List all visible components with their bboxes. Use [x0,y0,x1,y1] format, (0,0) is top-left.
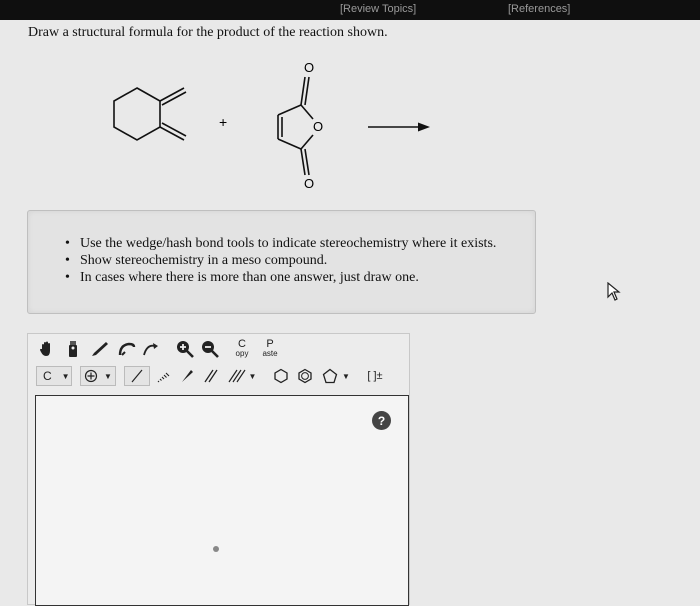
charge-select[interactable]: ▼ [80,366,116,386]
oxygen-label-bottom: O [304,176,314,191]
anhydride-structure [277,76,314,176]
single-bond-icon [131,369,143,383]
chevron-down-icon: ▼ [61,371,70,381]
chevron-down-icon: ▼ [248,371,257,381]
ring-select[interactable]: ▼ [318,366,354,386]
zoom-out-icon[interactable] [199,338,221,360]
copy-label: opy [235,349,249,358]
cyclopropane-button[interactable] [270,366,292,386]
instruction-item: Use the wedge/hash bond tools to indicat… [65,235,496,252]
reaction-scheme: + O O O [113,60,430,191]
element-select-value: C [43,369,52,383]
review-topics-link[interactable]: [Review Topics] [340,3,416,15]
diene-structure [113,87,187,141]
mouse-cursor-icon [607,282,621,301]
drawing-canvas[interactable]: ? [35,395,409,606]
hash-bond-icon [157,372,170,383]
chevron-down-icon: ▼ [342,371,350,381]
help-button[interactable]: ? [372,411,391,430]
single-bond-button[interactable] [124,366,150,386]
structure-editor: C opy P aste C ▼ ▼ ▼ ▼ [ ]± ? [27,333,410,606]
copy-letter: C [238,338,246,350]
question-text: Draw a structural formula for the produc… [28,25,388,40]
canvas-dot [213,546,219,552]
instruction-item: In cases where there is more than one an… [65,269,496,286]
triple-bond-icon [228,369,246,383]
eraser-icon[interactable] [62,338,84,360]
plus-circle-icon [84,369,98,383]
oxygen-label-ring: O [313,119,323,134]
hash-bond-button[interactable] [152,366,174,386]
wedge-bond-button[interactable] [176,366,198,386]
wedge-bond-icon [182,370,193,382]
triple-bond-select[interactable]: ▼ [224,366,260,386]
bond-tool-icon[interactable] [88,338,112,360]
element-select[interactable]: C ▼ [36,366,72,386]
instructions-list: Use the wedge/hash bond tools to indicat… [65,235,496,286]
references-link[interactable]: [References] [508,3,570,15]
plus-sign: + [219,114,227,130]
paste-button[interactable]: P aste [257,336,283,362]
reaction-arrow [368,122,430,132]
hexagon-ring-icon [274,368,288,384]
instructions-box: Use the wedge/hash bond tools to indicat… [27,210,536,314]
arrow-tool-icon[interactable] [140,338,162,360]
benzene-button[interactable] [294,366,316,386]
bracket-tool-button[interactable]: [ ]± [362,366,388,386]
pentagon-ring-icon [322,368,338,384]
paste-label: aste [262,349,278,358]
hand-icon[interactable] [36,338,58,360]
instruction-item: Show stereochemistry in a meso compound. [65,252,496,269]
lasso-icon[interactable] [116,338,138,360]
double-bond-icon [204,369,218,383]
benzene-ring-icon [298,368,312,384]
oxygen-label-top: O [304,60,314,75]
chevron-down-icon: ▼ [104,371,112,381]
zoom-in-icon[interactable] [174,338,196,360]
paste-letter: P [266,338,274,350]
bracket-tool-label: [ ]± [367,370,383,382]
copy-button[interactable]: C opy [230,336,254,362]
top-bar: [Review Topics] [References] [0,0,700,20]
double-bond-button[interactable] [200,366,222,386]
